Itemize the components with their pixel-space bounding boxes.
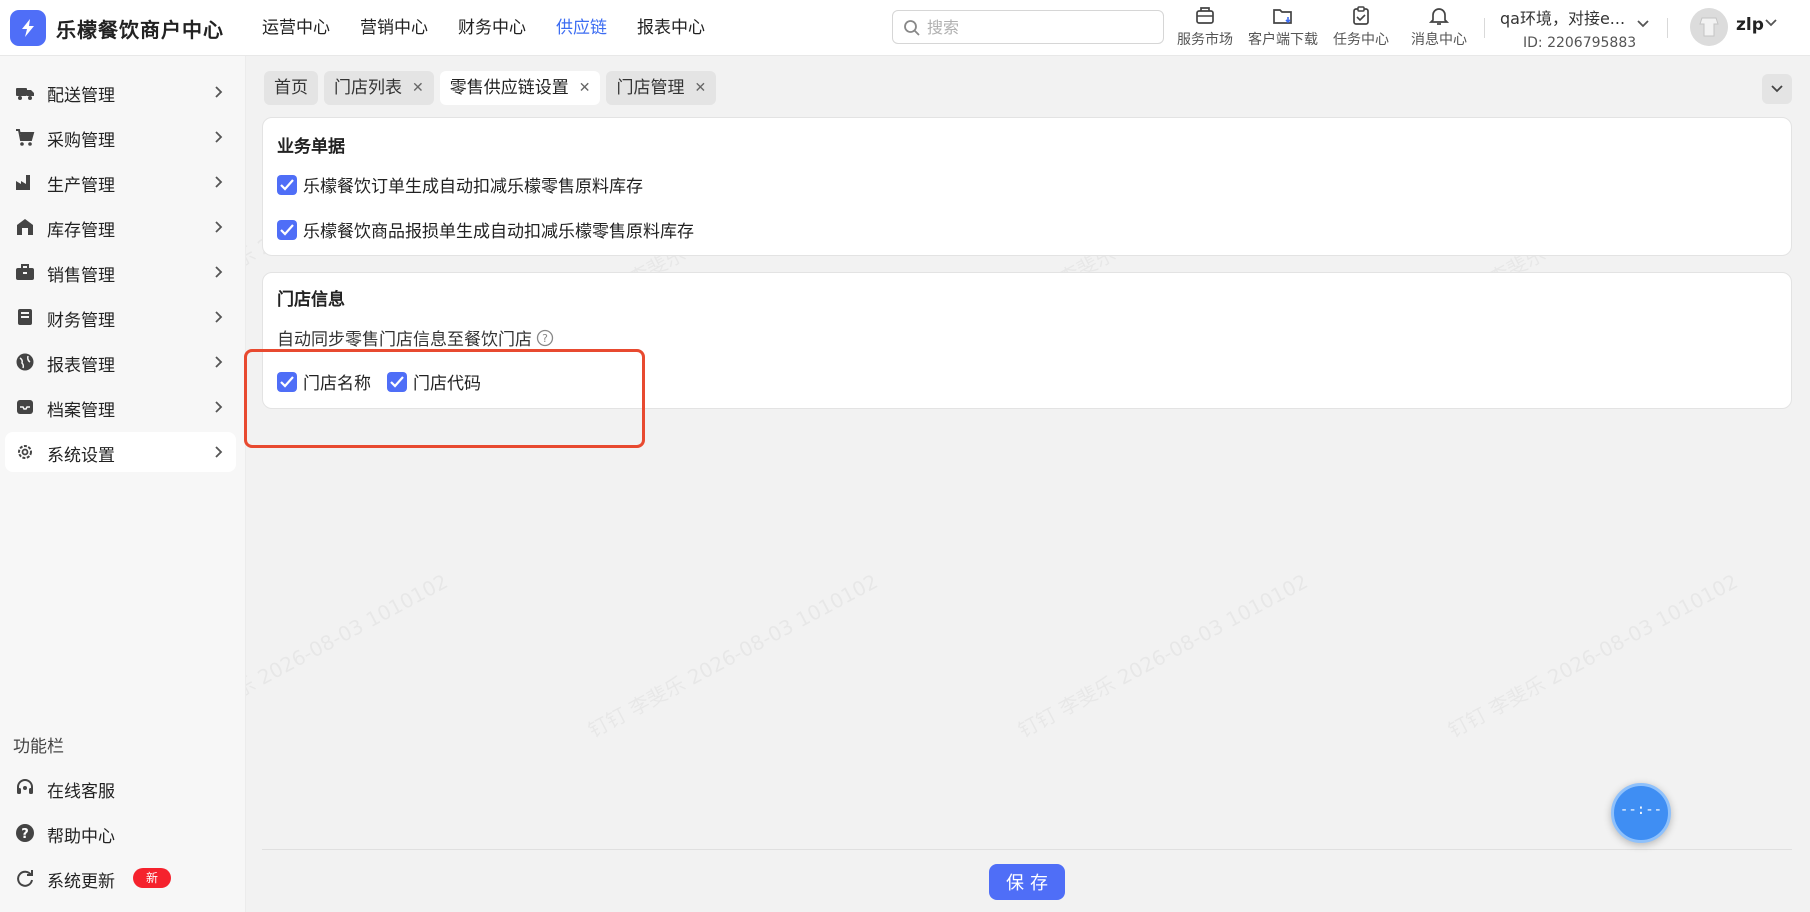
tab-store-management[interactable]: 门店管理 ✕ (606, 71, 717, 105)
top-bar: 乐檬餐饮商户中心 运营中心 营销中心 财务中心 供应链 报表中心 服务市场 客户… (0, 0, 1810, 56)
nav-supply-chain[interactable]: 供应链 (556, 0, 607, 56)
sidebar-item-inventory[interactable]: 库存管理 (5, 207, 236, 247)
sidebar-item-production[interactable]: 生产管理 (5, 162, 236, 202)
truck-icon (16, 88, 34, 100)
chevron-right-icon (215, 446, 223, 458)
watermark: 钉钉 李斐乐 2026-08-03 1010102 (1012, 566, 1312, 744)
sidebar-item-system-settings[interactable]: 系统设置 (5, 432, 236, 472)
nav-finance[interactable]: 财务中心 (458, 0, 526, 56)
chevron-right-icon (215, 266, 223, 278)
warehouse-icon (17, 219, 33, 235)
inbox-icon (17, 400, 33, 414)
divider (1484, 18, 1485, 38)
ledger-icon (18, 309, 32, 325)
search-icon (904, 20, 920, 36)
function-bar-title: 功能栏 (13, 737, 64, 757)
account-switcher[interactable]: qa环境，对接e... ID: 2206795883 (1500, 5, 1660, 51)
clipboard-icon (1353, 6, 1369, 25)
chevron-right-icon (215, 86, 223, 98)
divider (1667, 18, 1668, 38)
briefcase-icon (16, 264, 34, 280)
sidebar: 配送管理 采购管理 生产管理 库存管理 销售管理 财务管理 报表管理 档案管理 (0, 56, 246, 912)
svg-text:?: ? (21, 827, 29, 842)
sidebar-item-sales[interactable]: 销售管理 (5, 252, 236, 292)
sidebar-item-archives[interactable]: 档案管理 (5, 387, 236, 427)
floating-timer-button[interactable]: --:-- (1611, 783, 1671, 843)
tab-store-list[interactable]: 门店列表 ✕ (324, 71, 434, 105)
watermark: 钉钉 李斐乐 2026-08-03 1010102 (1442, 566, 1742, 744)
checkbox-loss-deduct[interactable]: 乐檬餐饮商品报损单生成自动扣减乐檬零售原料库存 (277, 217, 694, 242)
checkbox-checked[interactable] (277, 174, 297, 195)
main-nav: 运营中心 营销中心 财务中心 供应链 报表中心 (262, 0, 735, 56)
highlight-box (244, 349, 645, 448)
avatar[interactable] (1690, 8, 1728, 46)
refresh-icon (17, 870, 33, 887)
sidebar-item-online-service[interactable]: 在线客服 (5, 768, 236, 808)
tool-message-center[interactable]: 消息中心 (1400, 0, 1478, 56)
checkbox-checked[interactable] (277, 219, 297, 240)
cart-icon (16, 129, 35, 146)
tabs-menu-button[interactable] (1762, 74, 1792, 104)
chevron-down-icon (1771, 85, 1783, 93)
sync-hint: 自动同步零售门店信息至餐饮门店 ? (277, 325, 554, 350)
business-docs-card: 业务单据 乐檬餐饮订单生成自动扣减乐檬零售原料库存 乐檬餐饮商品报损单生成自动扣… (262, 117, 1792, 256)
sidebar-item-system-update[interactable]: 系统更新 新 (5, 858, 236, 898)
brand-name: 乐檬餐饮商户中心 (56, 18, 224, 42)
chevron-right-icon (215, 311, 223, 323)
checkbox-order-deduct[interactable]: 乐檬餐饮订单生成自动扣减乐檬零售原料库存 (277, 172, 643, 197)
close-icon[interactable]: ✕ (412, 71, 424, 105)
tab-home[interactable]: 首页 (264, 71, 318, 105)
sidebar-item-help-center[interactable]: ? 帮助中心 (5, 813, 236, 853)
svg-text:?: ? (542, 332, 548, 345)
save-button[interactable]: 保存 (989, 864, 1065, 900)
tool-client-download[interactable]: 客户端下载 (1244, 0, 1322, 56)
chevron-right-icon (215, 221, 223, 233)
shop-icon (1196, 7, 1214, 24)
page-tabs: 首页 门店列表 ✕ 零售供应链设置 ✕ 门店管理 ✕ (264, 71, 722, 105)
close-icon[interactable]: ✕ (694, 71, 706, 105)
sidebar-item-delivery[interactable]: 配送管理 (5, 72, 236, 112)
card-title: 门店信息 (277, 290, 345, 310)
lightning-logo-icon[interactable] (10, 10, 46, 46)
tool-task-center[interactable]: 任务中心 (1322, 0, 1400, 56)
footer-divider (262, 849, 1792, 850)
account-id: ID: 2206795883 (1523, 35, 1637, 51)
chevron-right-icon (215, 356, 223, 368)
help-circle-icon: ? (16, 824, 34, 842)
nav-operations[interactable]: 运营中心 (262, 0, 330, 56)
chevron-right-icon (215, 131, 223, 143)
toolbar: 服务市场 客户端下载 任务中心 消息中心 (1166, 0, 1478, 56)
factory-icon (16, 175, 30, 190)
gear-icon (18, 445, 32, 459)
tab-retail-supply-chain-settings[interactable]: 零售供应链设置 ✕ (439, 71, 601, 105)
watermark: 钉钉 李斐乐 2026-08-03 1010102 (582, 566, 882, 744)
sidebar-item-finance[interactable]: 财务管理 (5, 297, 236, 337)
globe-icon (16, 353, 34, 371)
nav-marketing[interactable]: 营销中心 (360, 0, 428, 56)
card-title: 业务单据 (277, 137, 345, 157)
tool-service-market[interactable]: 服务市场 (1166, 0, 1244, 56)
chevron-down-icon (1637, 20, 1649, 28)
new-badge: 新 (133, 868, 171, 888)
nav-reports[interactable]: 报表中心 (637, 0, 705, 56)
chevron-right-icon (215, 176, 223, 188)
question-circle-icon[interactable]: ? (536, 329, 554, 347)
chevron-right-icon (215, 401, 223, 413)
headset-icon (17, 779, 33, 794)
sidebar-item-purchasing[interactable]: 采购管理 (5, 117, 236, 157)
download-folder-icon (1273, 9, 1292, 24)
close-icon[interactable]: ✕ (579, 71, 591, 105)
sidebar-item-reports[interactable]: 报表管理 (5, 342, 236, 382)
chevron-down-icon[interactable] (1764, 18, 1778, 28)
bell-icon (1428, 8, 1450, 25)
user-name[interactable]: zlp (1736, 15, 1764, 35)
search-input[interactable] (927, 16, 1147, 38)
search-box (892, 10, 1164, 44)
